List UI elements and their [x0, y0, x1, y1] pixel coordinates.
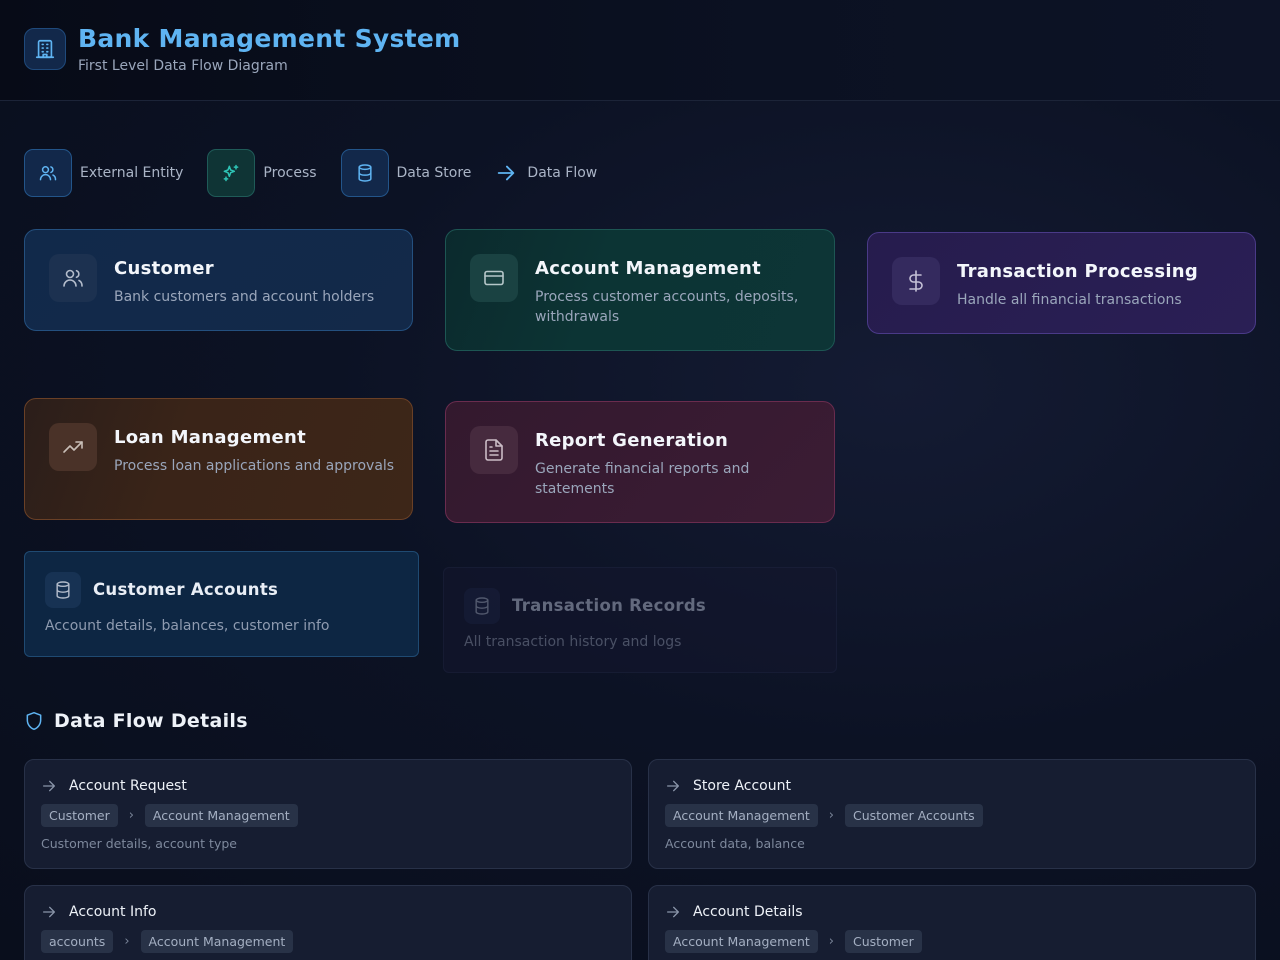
- arrow-right-icon: [41, 778, 57, 798]
- sparkles-icon: [207, 149, 256, 197]
- flow-path: Account Management › Customer Accounts: [665, 804, 983, 827]
- flow-target-chip: Account Management: [144, 804, 298, 827]
- node-transaction-processing[interactable]: Transaction Processing Handle all financ…: [867, 232, 1256, 334]
- flow-path: Customer › Account Management: [41, 804, 298, 827]
- arrow-right-icon: [495, 162, 517, 184]
- arrow-right-icon: [665, 904, 681, 924]
- node-title: Report Generation: [535, 430, 729, 451]
- section-data-flow-details: Data Flow Details: [24, 709, 248, 733]
- users-icon: [24, 149, 72, 197]
- legend-external-entity: External Entity: [24, 149, 183, 197]
- shield-icon: [24, 711, 44, 731]
- users-icon: [49, 254, 97, 302]
- legend-data-flow: Data Flow: [495, 162, 597, 184]
- node-description: Bank customers and account holders: [114, 289, 375, 305]
- node-description: Process customer accounts, deposits, wit…: [535, 289, 799, 325]
- section-title: Data Flow Details: [54, 710, 248, 732]
- flow-target-chip: Account Management: [140, 930, 294, 953]
- node-title: Customer: [114, 258, 214, 279]
- chevron-right-icon: ›: [828, 808, 834, 823]
- flow-card[interactable]: Account Request Customer › Account Manag…: [24, 759, 632, 869]
- node-description: Handle all financial transactions: [957, 292, 1182, 308]
- database-icon: [340, 149, 389, 197]
- legend-data-store: Data Store: [340, 149, 472, 197]
- flow-path: accounts › Account Management: [41, 930, 294, 953]
- node-loan-management[interactable]: Loan Management Process loan application…: [24, 398, 413, 520]
- flow-label: Account Details: [693, 904, 803, 920]
- legend-label-data-store: Data Store: [396, 165, 472, 181]
- flow-description: Customer details, account type: [41, 836, 237, 851]
- flow-description: Account data, balance: [665, 836, 805, 851]
- chevron-right-icon: ›: [828, 934, 834, 949]
- store-customer-accounts[interactable]: Customer Accounts Account details, balan…: [24, 551, 419, 657]
- store-transaction-records[interactable]: Transaction Records All transaction hist…: [443, 567, 837, 673]
- legend-process: Process: [207, 149, 317, 197]
- store-title: Customer Accounts: [93, 580, 279, 599]
- arrow-right-icon: [665, 778, 681, 798]
- legend: External Entity Process Data Store Data …: [24, 149, 621, 197]
- flow-source-chip: accounts: [41, 930, 114, 953]
- flow-card[interactable]: Account Details Account Management › Cus…: [648, 885, 1256, 960]
- legend-label-data-flow: Data Flow: [527, 165, 598, 181]
- store-description: All transaction history and logs: [464, 634, 682, 650]
- chevron-right-icon: ›: [124, 934, 130, 949]
- page-subtitle: First Level Data Flow Diagram: [78, 58, 288, 74]
- database-icon: [45, 572, 81, 608]
- header: Bank Management System First Level Data …: [0, 0, 1280, 101]
- chevron-right-icon: ›: [128, 808, 134, 823]
- flow-label: Account Info: [69, 904, 157, 920]
- flow-source-chip: Account Management: [665, 930, 818, 953]
- store-title: Transaction Records: [512, 596, 707, 615]
- flow-card[interactable]: Account Info accounts › Account Manageme…: [24, 885, 632, 960]
- flow-label: Account Request: [69, 778, 187, 794]
- flow-source-chip: Account Management: [665, 804, 818, 827]
- node-title: Loan Management: [114, 427, 307, 448]
- database-icon: [464, 588, 500, 624]
- trending-up-icon: [49, 423, 97, 471]
- flow-target-chip: Customer Accounts: [845, 804, 983, 827]
- page-title: Bank Management System: [78, 24, 461, 53]
- bank-building-icon: [24, 28, 66, 70]
- flow-label: Store Account: [693, 778, 791, 794]
- dollar-sign-icon: [892, 257, 940, 305]
- legend-label-external-entity: External Entity: [80, 165, 184, 181]
- credit-card-icon: [470, 254, 518, 302]
- node-description: Generate financial reports and statement…: [535, 461, 750, 497]
- node-title: Transaction Processing: [957, 261, 1199, 282]
- arrow-right-icon: [41, 904, 57, 924]
- file-text-icon: [470, 426, 518, 474]
- node-customer[interactable]: Customer Bank customers and account hold…: [24, 229, 413, 331]
- legend-label-process: Process: [263, 165, 317, 181]
- flow-card[interactable]: Store Account Account Management › Custo…: [648, 759, 1256, 869]
- flow-path: Account Management › Customer: [665, 930, 922, 953]
- node-account-management[interactable]: Account Management Process customer acco…: [445, 229, 835, 351]
- node-report-generation[interactable]: Report Generation Generate financial rep…: [445, 401, 835, 523]
- node-description: Process loan applications and approvals: [114, 458, 395, 474]
- flow-target-chip: Customer: [845, 930, 922, 953]
- flow-source-chip: Customer: [41, 804, 118, 827]
- store-description: Account details, balances, customer info: [45, 618, 330, 634]
- node-title: Account Management: [535, 258, 762, 279]
